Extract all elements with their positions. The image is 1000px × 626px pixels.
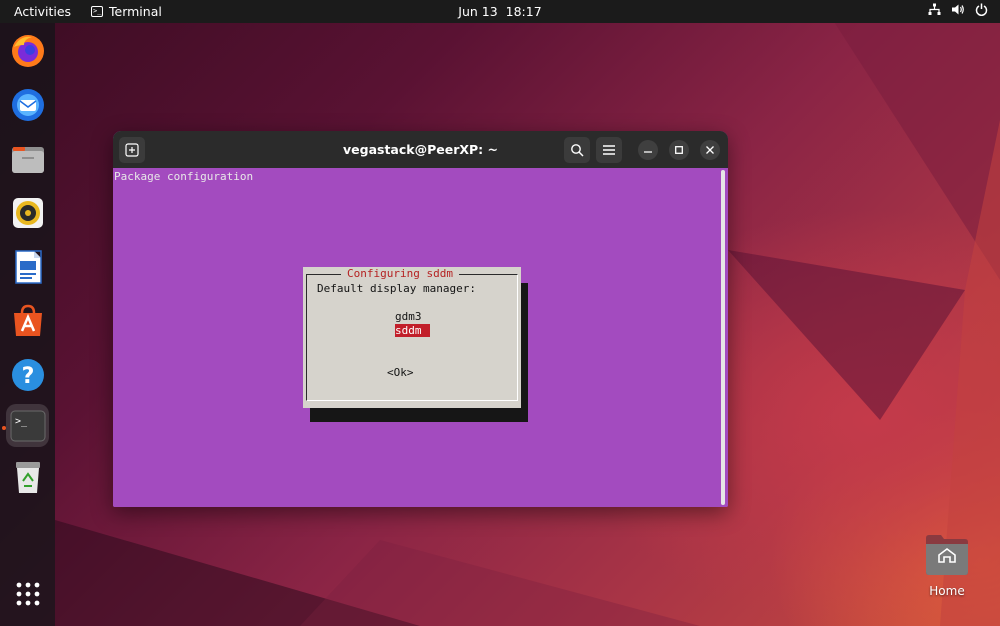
window-title-container: vegastack@PeerXP: ~	[113, 142, 728, 157]
show-apps-grid-icon	[16, 582, 39, 605]
firefox-icon	[11, 34, 44, 67]
app-center-icon	[13, 304, 42, 336]
system-tray[interactable]	[928, 3, 988, 16]
svg-text:>_: >_	[15, 416, 28, 427]
volume-icon	[952, 4, 964, 15]
title-bar[interactable]: vegastack@PeerXP: ~	[113, 131, 728, 168]
home-folder-icon	[926, 535, 968, 575]
option-sddm-selected[interactable]: sddm	[395, 324, 430, 337]
scrollbar[interactable]	[718, 168, 728, 507]
rhythmbox-icon	[12, 197, 43, 228]
app-menu-label: Terminal	[109, 4, 162, 19]
dock-item-help[interactable]: ?	[6, 353, 49, 396]
option-gdm3[interactable]: gdm3	[395, 310, 422, 323]
help-icon: ?	[11, 358, 44, 391]
dock-item-thunderbird[interactable]	[6, 83, 49, 126]
new-tab-button[interactable]	[119, 137, 145, 163]
dock-item-writer[interactable]	[6, 245, 49, 288]
dock-item-terminal[interactable]: >_	[6, 404, 49, 447]
desktop-home-icon[interactable]: Home	[920, 532, 974, 598]
close-button[interactable]	[700, 140, 720, 160]
dock: ? >_	[0, 23, 55, 626]
dock-item-app-center[interactable]	[6, 299, 49, 342]
search-icon	[571, 144, 584, 157]
terminal-app-icon: >_	[91, 6, 103, 17]
terminal-window[interactable]: vegastack@PeerXP: ~ Package configuratio…	[113, 131, 728, 507]
libreoffice-writer-icon	[14, 249, 42, 284]
ok-button[interactable]: <Ok>	[387, 366, 414, 379]
power-icon	[975, 3, 988, 16]
terminal-icon: >_	[10, 410, 45, 441]
dock-item-rhythmbox[interactable]	[6, 191, 49, 234]
close-icon	[706, 146, 714, 154]
clock[interactable]: Jun 13 18:17	[458, 4, 541, 19]
files-icon	[11, 146, 44, 173]
minimize-icon	[644, 151, 652, 153]
thunderbird-icon	[11, 88, 44, 121]
top-bar: Activities >_ Terminal Jun 13 18:17	[0, 0, 1000, 23]
dock-item-files[interactable]	[6, 137, 49, 180]
activities-button[interactable]: Activities	[14, 4, 71, 19]
minimize-button[interactable]	[638, 140, 658, 160]
trash-icon	[15, 461, 40, 493]
dock-item-trash[interactable]	[6, 455, 49, 498]
app-menu[interactable]: >_ Terminal	[91, 4, 162, 19]
maximize-icon	[675, 146, 683, 154]
search-button[interactable]	[564, 137, 590, 163]
dock-item-firefox[interactable]	[6, 29, 49, 72]
hamburger-menu-icon	[603, 145, 615, 155]
show-apps-button[interactable]	[6, 572, 49, 615]
terminal-body[interactable]: Package configuration Configuring sddm D…	[113, 168, 718, 507]
window-title: vegastack@PeerXP: ~	[343, 142, 498, 157]
menu-button[interactable]	[596, 137, 622, 163]
configuration-dialog: Configuring sddm Default display manager…	[303, 267, 521, 408]
network-icon	[928, 3, 941, 15]
scrollbar-thumb[interactable]	[721, 170, 725, 505]
running-indicator	[2, 426, 6, 430]
package-configuration-header: Package configuration	[114, 170, 254, 183]
dialog-prompt: Default display manager:	[317, 282, 476, 295]
home-label: Home	[929, 584, 965, 598]
new-tab-icon	[125, 143, 139, 157]
maximize-button[interactable]	[669, 140, 689, 160]
svg-text:?: ?	[21, 364, 34, 389]
dialog-title: Configuring sddm	[341, 267, 459, 280]
